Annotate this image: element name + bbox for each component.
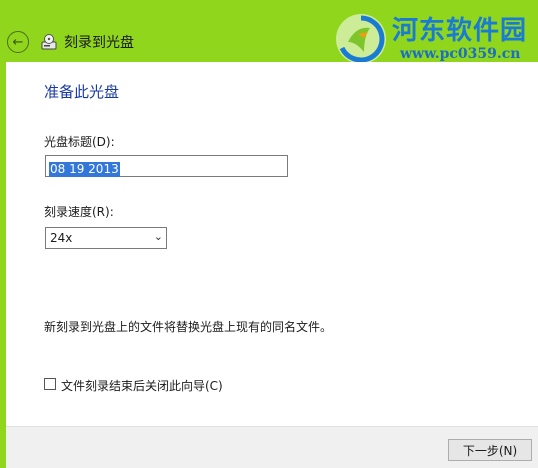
title-bar: ← 刻录到光盘 河东软件园 www.pc0359.cn [0,0,538,64]
disc-title-label: 光盘标题(D): [44,135,115,149]
back-arrow-icon: ← [12,34,24,50]
speed-select[interactable]: 24x ⌄ [45,227,167,249]
close-wizard-checkbox[interactable] [44,378,56,390]
disc-title-input[interactable]: 08 19 2013 [45,155,288,177]
watermark-name: 河东软件园 [392,16,528,46]
chevron-down-icon: ⌄ [153,230,163,243]
watermark: 河东软件园 www.pc0359.cn [334,8,534,66]
footer-bar: 下一步(N) [6,426,538,468]
wizard-content: 准备此光盘 光盘标题(D): 08 19 2013 刻录速度(R): 24x ⌄… [6,62,538,426]
next-button[interactable]: 下一步(N) [448,439,532,461]
back-button[interactable]: ← [7,31,29,53]
watermark-url: www.pc0359.cn [400,46,521,62]
info-text: 新刻录到光盘上的文件将替换光盘上现有的同名文件。 [44,320,333,334]
disc-title-value: 08 19 2013 [49,162,120,177]
disc-burn-icon [41,34,57,50]
speed-label: 刻录速度(R): [44,205,114,219]
watermark-logo-icon [336,14,386,64]
speed-value: 24x [50,231,73,245]
close-wizard-checkbox-label: 文件刻录结束后关闭此向导(C) [61,379,223,393]
window-title: 刻录到光盘 [64,35,134,51]
page-title: 准备此光盘 [44,83,120,101]
